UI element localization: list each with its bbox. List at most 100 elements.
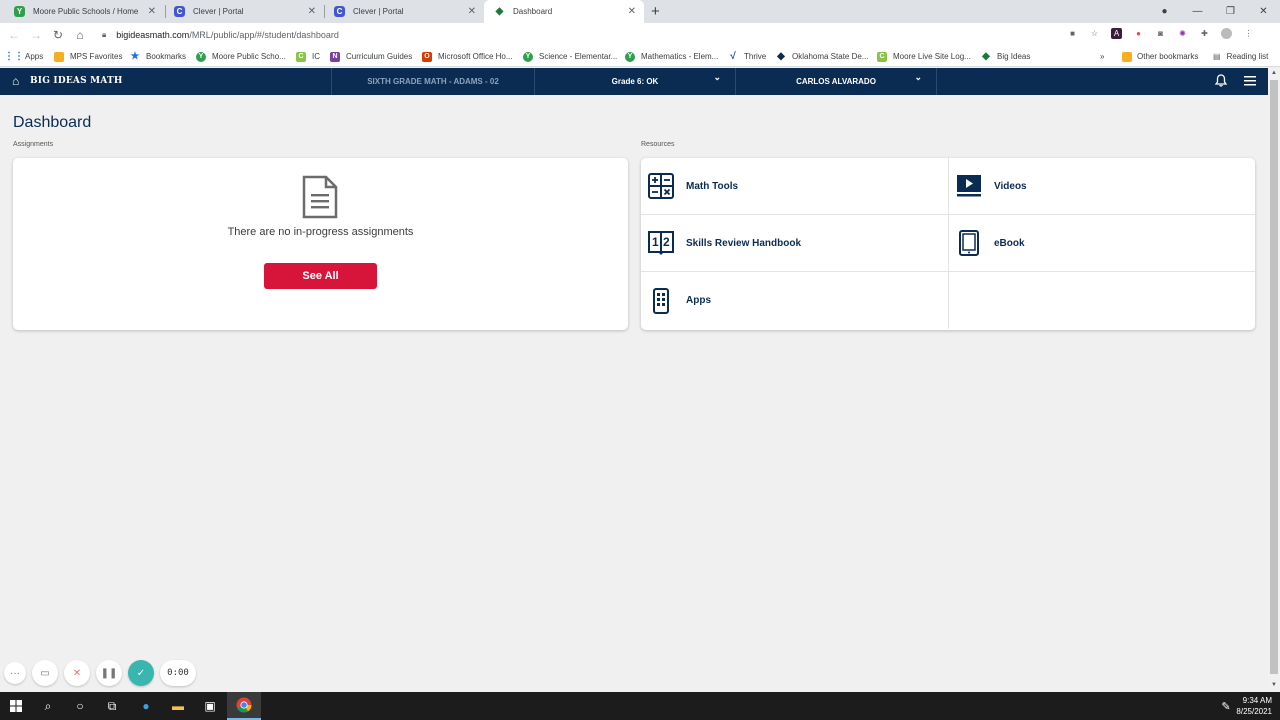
resources-card: Math Tools Videos 12 Skills Review Handb… <box>641 158 1255 330</box>
recording-timer: 0:00 <box>160 660 196 686</box>
tab-search-icon[interactable]: ● <box>1148 6 1181 17</box>
resource-apps[interactable]: Apps <box>641 272 948 329</box>
reading-list-icon: ▤ <box>1213 52 1221 61</box>
close-tab-icon[interactable]: ✕ <box>148 6 156 17</box>
big-ideas-favicon-icon: ◆ <box>494 6 505 17</box>
windows-taskbar: ⌕ ○ ⧉ ● ▬ ▣ ✎ 9:34 AM 8/25/2021 <box>0 692 1280 720</box>
close-tab-icon[interactable]: ✕ <box>468 6 476 17</box>
scroll-up-icon[interactable]: ▲ <box>1271 70 1277 76</box>
see-all-button[interactable]: See All <box>264 263 377 289</box>
other-bookmarks[interactable]: Other bookmarks <box>1122 50 1198 63</box>
resource-math-tools[interactable]: Math Tools <box>641 158 948 215</box>
scroll-thumb[interactable] <box>1270 80 1278 674</box>
star-icon: ★ <box>130 51 140 62</box>
store-icon[interactable]: ▣ <box>200 696 220 716</box>
close-tab-icon[interactable]: ✕ <box>308 6 316 17</box>
browser-tab[interactable]: C Clever | Portal ✕ <box>324 0 484 23</box>
bookmarks-overflow-button[interactable]: » <box>1100 50 1104 63</box>
restore-icon[interactable]: ❐ <box>1214 6 1247 17</box>
home-icon[interactable]: ⌂ <box>12 74 19 88</box>
more-options-icon[interactable]: ··· <box>4 662 26 684</box>
webcam-toggle-icon[interactable]: ▭ <box>32 660 58 686</box>
office-icon: O <box>422 51 432 62</box>
bookmark-link[interactable]: N Curriculum Guides <box>330 50 412 63</box>
address-bar[interactable]: 🔒︎ bigideasmath.com/MRL/public/app/#/stu… <box>96 25 1080 44</box>
bookmark-folder[interactable]: MPS Favorites <box>54 50 122 63</box>
new-tab-button[interactable]: + <box>651 3 660 20</box>
bookmark-link[interactable]: C Moore Live Site Log... <box>877 50 971 63</box>
bookmark-link[interactable]: √ Thrive <box>728 50 766 63</box>
edge-icon[interactable]: ● <box>136 696 156 716</box>
browser-tab[interactable]: C Clever | Portal ✕ <box>164 0 324 23</box>
window-controls: ● — ❐ ✕ <box>1148 0 1280 23</box>
lock-icon[interactable]: 🔒︎ <box>102 30 106 40</box>
hamburger-menu-icon[interactable] <box>1244 74 1256 89</box>
back-icon[interactable]: ← <box>3 28 25 42</box>
extension-icon[interactable]: A <box>1111 28 1122 39</box>
cortana-icon[interactable]: ○ <box>70 696 90 716</box>
tab-title: Clever | Portal <box>353 7 404 16</box>
pen-tray-icon[interactable]: ✎ <box>1216 696 1236 716</box>
puzzle-icon[interactable]: ✚ <box>1199 28 1210 39</box>
extension-icons: ■ ☆ A ● ◙ ✺ ✚ ⋮ <box>1067 28 1254 39</box>
reload-icon[interactable]: ↻ <box>47 28 69 42</box>
camera-icon[interactable]: ■ <box>1067 28 1078 39</box>
windows-start-icon[interactable] <box>6 696 26 716</box>
resource-skills-review-handbook[interactable]: 12 Skills Review Handbook <box>641 215 948 272</box>
bookmark-link[interactable]: Y Mathematics - Elem... <box>625 50 718 63</box>
bookmark-link[interactable]: C IC <box>296 50 320 63</box>
task-view-icon[interactable]: ⧉ <box>102 696 122 716</box>
bookmark-link[interactable]: Y Moore Public Scho... <box>196 50 286 63</box>
resource-ebook[interactable]: eBook <box>948 215 1255 272</box>
browser-tab-active[interactable]: ◆ Dashboard ✕ <box>484 0 644 23</box>
bookmark-link[interactable]: O Microsoft Office Ho... <box>422 50 513 63</box>
assignments-card: There are no in-progress assignments See… <box>13 158 628 330</box>
bookmark-link[interactable]: Y Science - Elementar... <box>523 50 617 63</box>
tab-title: Dashboard <box>513 7 553 16</box>
minimize-icon[interactable]: — <box>1181 6 1214 17</box>
user-menu[interactable]: CARLOS ALVARADO ⌄ <box>735 68 937 95</box>
chrome-menu-icon[interactable]: ⋮ <box>1243 28 1254 39</box>
close-window-icon[interactable]: ✕ <box>1247 6 1280 17</box>
brand-logo[interactable]: BIG IDEAS MATH <box>30 76 123 86</box>
bookmark-link[interactable]: ◆ Big Ideas <box>981 50 1030 63</box>
extension-icon[interactable]: ● <box>1133 28 1144 39</box>
videos-icon <box>956 173 982 199</box>
app-header: ⌂ BIG IDEAS MATH SIXTH GRADE MATH - ADAM… <box>0 68 1268 95</box>
system-clock[interactable]: 9:34 AM 8/25/2021 <box>1236 695 1272 717</box>
course-selector[interactable]: SIXTH GRADE MATH - ADAMS - 02 <box>331 68 534 95</box>
finish-recording-icon[interactable]: ✓ <box>128 660 154 686</box>
clever-favicon-icon: C <box>334 6 345 17</box>
star-bookmark-icon[interactable]: ☆ <box>1089 28 1100 39</box>
extension-icon[interactable]: ◙ <box>1155 28 1166 39</box>
close-tab-icon[interactable]: ✕ <box>628 6 636 17</box>
page-scrollbar[interactable]: ▲ ▼ <box>1268 68 1280 692</box>
folder-icon <box>1122 51 1132 62</box>
math-tools-icon <box>648 173 674 199</box>
profile-avatar-icon[interactable] <box>1221 28 1232 39</box>
pause-recording-icon[interactable]: ❚❚ <box>96 660 122 686</box>
forward-icon[interactable]: → <box>25 28 47 42</box>
apps-grid-icon: ⋮⋮ <box>4 51 24 62</box>
cancel-recording-icon[interactable]: ✕ <box>64 660 90 686</box>
ic-favicon-icon: C <box>296 51 306 62</box>
resource-videos[interactable]: Videos <box>948 158 1255 215</box>
home-icon[interactable]: ⌂ <box>69 28 91 42</box>
grade-selector[interactable]: Grade 6: OK ⌄ <box>534 68 735 95</box>
chrome-taskbar-icon[interactable] <box>227 692 261 720</box>
extension-icon[interactable]: ✺ <box>1177 28 1188 39</box>
scroll-down-icon[interactable]: ▼ <box>1271 682 1277 688</box>
reading-list[interactable]: ▤ Reading list <box>1213 50 1268 63</box>
file-explorer-icon[interactable]: ▬ <box>168 696 188 716</box>
resource-label: Videos <box>994 180 1027 192</box>
ebook-icon <box>956 230 982 256</box>
clock-time: 9:34 AM <box>1242 696 1272 705</box>
bookmark-link[interactable]: ◆ Oklahoma State De... <box>776 50 868 63</box>
bookmark-apps[interactable]: ⋮⋮ Apps <box>4 50 43 63</box>
handbook-icon: 12 <box>648 230 674 256</box>
bookmark-folder[interactable]: ★ Bookmarks <box>130 50 187 63</box>
school-favicon-icon: Y <box>625 51 635 62</box>
browser-tab[interactable]: Y Moore Public Schools / Home ✕ <box>4 0 164 23</box>
search-icon[interactable]: ⌕ <box>38 696 58 716</box>
notification-bell-icon[interactable] <box>1214 74 1228 90</box>
